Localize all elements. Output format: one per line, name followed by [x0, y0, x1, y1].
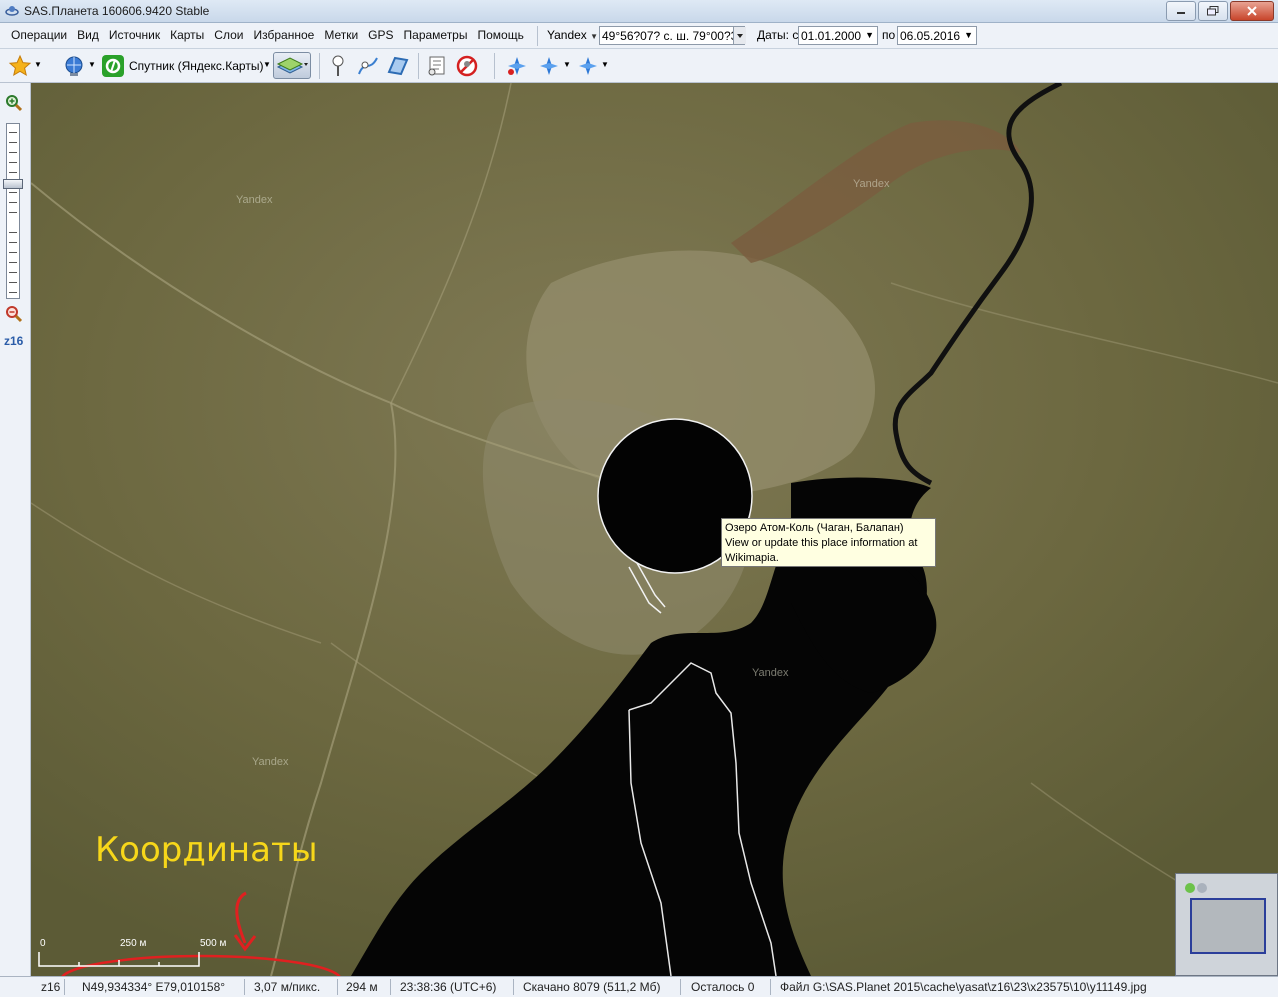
- maximize-button[interactable]: [1198, 1, 1228, 21]
- minimap[interactable]: [1175, 873, 1278, 976]
- zoom-slider-thumb[interactable]: [3, 179, 23, 189]
- menu-separator: [537, 26, 538, 46]
- scale-bar: 0 250 м 500 м: [38, 938, 238, 970]
- placemark-icon[interactable]: [326, 54, 350, 78]
- menu-maps[interactable]: Карты: [165, 28, 209, 42]
- dropdown-arrow-icon: ▼: [865, 30, 874, 40]
- close-icon: [1247, 6, 1257, 16]
- toolbar-separator: [319, 53, 320, 79]
- minimap-zoom-out-icon[interactable]: [1197, 883, 1207, 893]
- toolbar-separator: [494, 53, 495, 79]
- menu-operations[interactable]: Операции: [6, 28, 72, 42]
- to-label: по: [882, 28, 896, 42]
- tooltip-line-2: View or update this place information at: [725, 537, 918, 549]
- menu-settings[interactable]: Параметры: [399, 28, 473, 42]
- marks-list-icon[interactable]: [426, 54, 450, 78]
- menu-source[interactable]: Источник: [104, 28, 165, 42]
- status-altitude: 294 м: [346, 980, 378, 994]
- status-bar: z16 N49,934334° E79,010158° 3,07 м/пикс.…: [0, 976, 1278, 997]
- gps-icon[interactable]: [505, 54, 529, 78]
- dropdown-arrow-icon[interactable]: ▼: [34, 60, 42, 69]
- globe-icon[interactable]: [62, 54, 86, 78]
- coordinates-go-button[interactable]: [733, 27, 746, 44]
- menu-layers[interactable]: Слои: [209, 28, 248, 42]
- gps-track-icon[interactable]: [537, 54, 561, 78]
- scale-label-250: 250 м: [120, 938, 147, 949]
- app-icon: [5, 6, 19, 16]
- status-file-path: Файл G:\SAS.Planet 2015\cache\yasat\z16\…: [780, 980, 1147, 994]
- dropdown-arrow-icon[interactable]: ▼: [563, 60, 571, 69]
- main-toolbar: ▼ ▼ Спутник (Яндекс.Карты) ▼ ▼ ▼: [0, 49, 1278, 83]
- zoom-out-icon[interactable]: [5, 305, 23, 323]
- star-icon[interactable]: [8, 54, 32, 78]
- close-button[interactable]: [1230, 1, 1274, 21]
- minimap-zoom-in-icon[interactable]: [1185, 883, 1195, 893]
- zoom-slider[interactable]: [6, 123, 20, 299]
- status-zoom: z16: [41, 980, 61, 994]
- place-tooltip: Озеро Атом-Коль (Чаган, Балапан) View or…: [721, 518, 936, 567]
- hide-marks-icon[interactable]: [455, 54, 479, 78]
- map-source-icon[interactable]: [101, 54, 125, 78]
- source-dropdown[interactable]: Yandex ▼: [547, 28, 598, 42]
- title-bar: SAS.Планета 160606.9420 Stable: [0, 0, 1278, 23]
- window-title: SAS.Планета 160606.9420 Stable: [24, 4, 210, 18]
- dropdown-arrow-icon[interactable]: ▼: [601, 60, 609, 69]
- scale-label-500: 500 м: [200, 938, 227, 949]
- status-time: 23:38:36 (UTC+6): [400, 980, 497, 994]
- map-name[interactable]: Спутник (Яндекс.Карты): [129, 59, 263, 73]
- minimap-viewport[interactable]: [1190, 898, 1266, 954]
- tooltip-link[interactable]: Wikimapia.: [725, 551, 932, 566]
- date-to-picker[interactable]: 06.05.2016 ▼: [897, 26, 977, 45]
- tooltip-line-1: Озеро Атом-Коль (Чаган, Балапан): [725, 522, 904, 534]
- dropdown-arrow-icon[interactable]: ▼: [263, 60, 271, 69]
- zoom-level: z16: [4, 334, 24, 348]
- status-remaining: Осталось 0: [691, 980, 755, 994]
- scale-ruler: [38, 952, 200, 967]
- status-downloaded: Скачано 8079 (511,2 Мб): [523, 980, 661, 994]
- gps-center-icon[interactable]: [576, 54, 600, 78]
- watermark: Yandex: [252, 756, 289, 768]
- layers-button[interactable]: [273, 52, 311, 79]
- coordinates-input[interactable]: 49°56?07? с. ш. 79°00?32: [599, 26, 745, 45]
- source-label: Yandex: [547, 28, 587, 42]
- polygon-icon[interactable]: [386, 54, 410, 78]
- status-resolution: 3,07 м/пикс.: [254, 980, 321, 994]
- layers-icon: [276, 57, 308, 74]
- status-coordinates: N49,934334° E79,010158°: [82, 980, 226, 994]
- menu-help[interactable]: Помощь: [472, 28, 528, 42]
- toolbar-separator: [418, 53, 419, 79]
- dates-label: Даты: с: [757, 28, 799, 42]
- dropdown-arrow-icon[interactable]: ▼: [88, 60, 96, 69]
- menu-gps[interactable]: GPS: [363, 28, 398, 42]
- zoom-in-icon[interactable]: [5, 94, 23, 112]
- zoom-panel: z16: [0, 83, 31, 996]
- menu-favorites[interactable]: Избранное: [248, 28, 319, 42]
- minimize-icon: [1177, 12, 1185, 14]
- menu-marks[interactable]: Метки: [319, 28, 363, 42]
- dropdown-arrow-icon: ▼: [590, 32, 599, 41]
- path-icon[interactable]: [356, 54, 380, 78]
- restore-icon: [1207, 6, 1219, 16]
- coordinates-annotation: Координаты: [95, 830, 318, 870]
- date-from-value: 01.01.2000: [801, 29, 862, 43]
- date-to-value: 06.05.2016: [900, 29, 961, 43]
- watermark: Yandex: [752, 667, 789, 679]
- date-from-picker[interactable]: 01.01.2000 ▼: [798, 26, 878, 45]
- watermark: Yandex: [853, 178, 890, 190]
- menu-view[interactable]: Вид: [72, 28, 104, 42]
- scale-label-0: 0: [40, 938, 46, 949]
- watermark: Yandex: [236, 194, 273, 206]
- chevron-down-icon: [737, 34, 743, 38]
- dropdown-arrow-icon: ▼: [964, 30, 973, 40]
- map-view[interactable]: Yandex Yandex Yandex Yandex Координаты 0…: [31, 83, 1278, 976]
- minimize-button[interactable]: [1166, 1, 1196, 21]
